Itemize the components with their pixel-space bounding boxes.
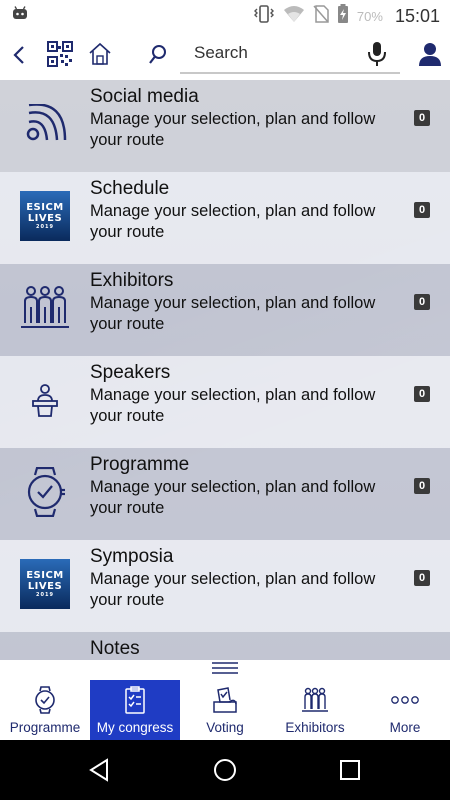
item-title: Speakers (90, 362, 171, 383)
tab-label: More (389, 720, 421, 735)
home-icon[interactable] (88, 42, 112, 71)
tab-my-congress[interactable]: My congress (90, 680, 180, 740)
people-group-icon (18, 278, 72, 338)
item-title: Notes (90, 638, 140, 659)
item-description: Manage your selection, plan and follow y… (90, 294, 376, 333)
item-description: Manage your selection, plan and follow y… (90, 386, 376, 425)
item-title: Exhibitors (90, 270, 174, 291)
item-description: Manage your selection, plan and follow y… (90, 570, 376, 609)
item-title: Social media (90, 86, 199, 107)
tab-more[interactable]: More (360, 680, 450, 740)
vibrate-icon (253, 5, 275, 28)
tab-exhibitors[interactable]: Exhibitors (270, 680, 360, 740)
count-badge: 0 (414, 110, 430, 126)
count-badge: 0 (414, 386, 430, 402)
esicm-lives-logo: ESICM LIVES 2019 (18, 186, 72, 246)
microphone-icon[interactable] (366, 40, 388, 73)
drawer-handle[interactable] (0, 660, 450, 680)
tab-label: Voting (206, 720, 244, 735)
tab-label: Exhibitors (285, 720, 345, 735)
clock: 15:01 (394, 6, 440, 26)
no-sim-icon (313, 5, 329, 28)
ballot-box-icon (211, 686, 239, 714)
tab-programme[interactable]: Programme (0, 680, 90, 740)
people-group-icon (301, 686, 329, 714)
system-navigation-bar (0, 740, 450, 800)
item-description: Manage your selection, plan and follow y… (90, 478, 376, 517)
count-badge: 0 (414, 478, 430, 494)
list-item-symposia[interactable]: ESICM LIVES 2019 Symposia Manage your se… (0, 540, 450, 632)
list-item-exhibitors[interactable]: Exhibitors Manage your selection, plan a… (0, 264, 450, 356)
item-title: Schedule (90, 178, 170, 199)
item-description: Manage your selection, plan and follow y… (90, 202, 376, 241)
nav-recents-icon[interactable] (339, 759, 361, 786)
checklist-icon (124, 686, 146, 714)
hamburger-icon[interactable] (211, 661, 239, 680)
top-toolbar (0, 30, 450, 80)
search-input[interactable] (180, 38, 350, 68)
status-bar: 70% 15:01 (0, 0, 450, 30)
count-badge: 0 (414, 202, 430, 218)
feature-list: Social media Manage your selection, plan… (0, 80, 450, 660)
search-icon[interactable] (148, 44, 168, 71)
list-item-notes[interactable]: Notes (0, 632, 450, 660)
tab-voting[interactable]: Voting (180, 680, 270, 740)
tab-label: My congress (96, 720, 174, 735)
wifi-icon (283, 5, 305, 28)
nav-back-icon[interactable] (88, 758, 110, 787)
esicm-lives-logo: ESICM LIVES 2019 (18, 554, 72, 614)
tab-label: Programme (9, 720, 81, 735)
battery-percent: 70% (356, 9, 383, 24)
watch-icon (34, 686, 56, 714)
battery-charging-icon (337, 4, 349, 29)
list-item-social-media[interactable]: Social media Manage your selection, plan… (0, 80, 450, 172)
item-title: Programme (90, 454, 190, 475)
list-item-programme[interactable]: Programme Manage your selection, plan an… (0, 448, 450, 540)
count-badge: 0 (414, 570, 430, 586)
android-notification-icon (12, 6, 28, 25)
nav-home-icon[interactable] (213, 758, 237, 787)
item-title: Symposia (90, 546, 174, 567)
rss-icon (18, 94, 72, 154)
qr-code-icon[interactable] (47, 41, 73, 72)
back-arrow-icon[interactable] (10, 44, 30, 71)
speaker-podium-icon (18, 370, 72, 430)
bottom-tab-bar: Programme My congress Voting Exhibitors … (0, 680, 450, 740)
list-item-speakers[interactable]: Speakers Manage your selection, plan and… (0, 356, 450, 448)
user-profile-icon[interactable] (418, 41, 442, 72)
watch-check-icon (18, 462, 72, 522)
count-badge: 0 (414, 294, 430, 310)
list-item-schedule[interactable]: ESICM LIVES 2019 Schedule Manage your se… (0, 172, 450, 264)
more-dots-icon (390, 686, 420, 714)
item-description: Manage your selection, plan and follow y… (90, 110, 376, 149)
